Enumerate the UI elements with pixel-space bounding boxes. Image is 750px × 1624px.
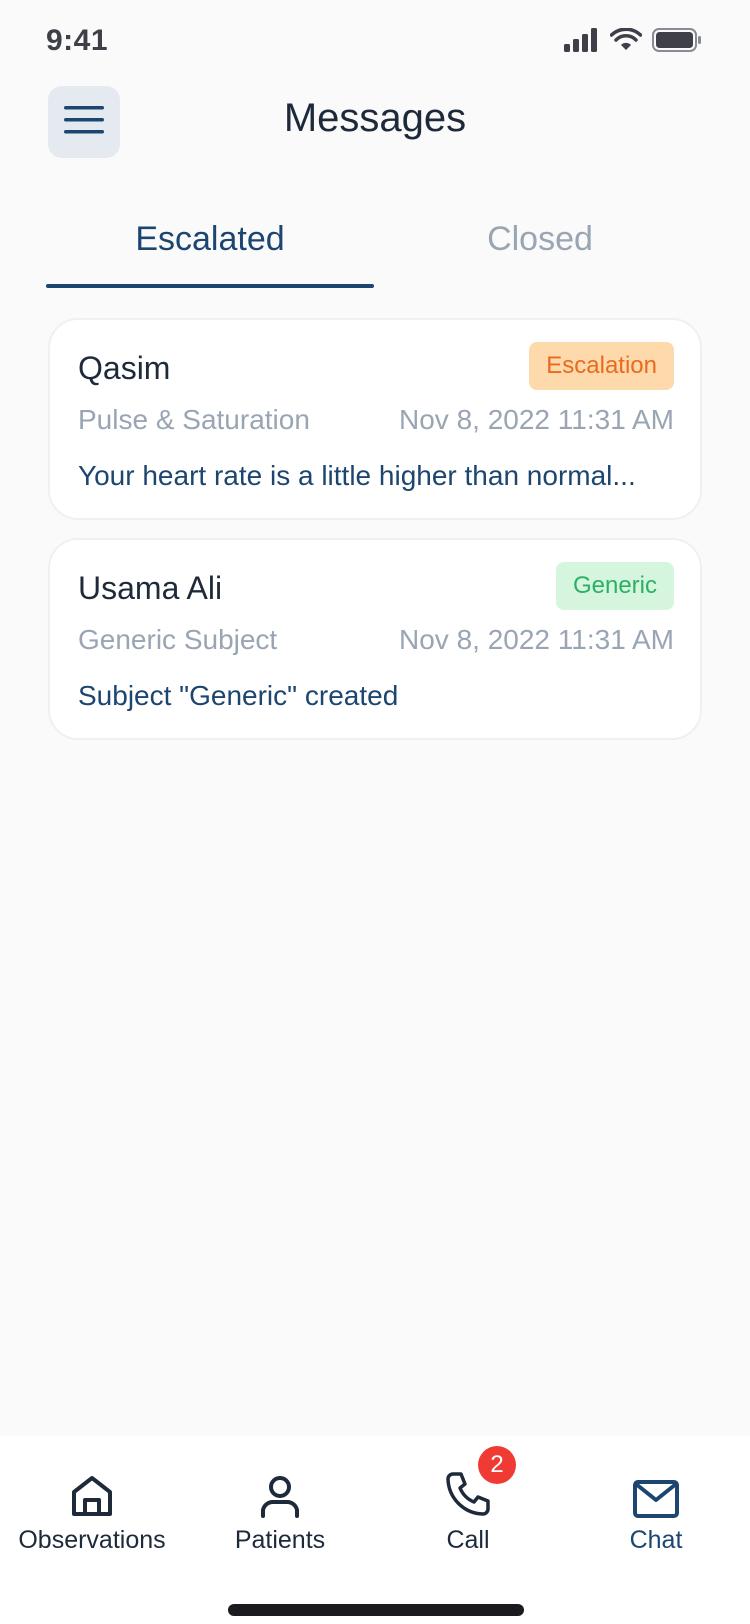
home-icon: [70, 1458, 114, 1518]
message-subject: Pulse & Saturation: [78, 404, 310, 435]
message-list: Qasim Escalation Pulse & Saturation Nov …: [48, 318, 702, 758]
nav-label: Call: [446, 1526, 490, 1554]
message-subject: Generic Subject: [78, 624, 278, 655]
status-icons: [564, 28, 702, 52]
nav-item-observations[interactable]: Observations: [0, 1458, 186, 1578]
message-preview: Subject "Generic" created: [78, 680, 399, 711]
page-title: Messages: [283, 96, 467, 140]
tab-bar: Escalated Closed: [46, 196, 704, 288]
nav-label: Patients: [234, 1526, 326, 1554]
notification-badge: 2: [478, 1446, 516, 1484]
nav-item-chat[interactable]: Chat: [562, 1458, 750, 1578]
tab-label: Escalated: [135, 220, 285, 258]
message-date: Nov 8, 2022 11:31 AM: [399, 404, 674, 435]
sender-name: Qasim: [78, 350, 171, 386]
message-card[interactable]: Qasim Escalation Pulse & Saturation Nov …: [48, 318, 702, 520]
nav-item-call[interactable]: 2 Call: [374, 1446, 562, 1578]
message-card[interactable]: Usama Ali Generic Generic Subject Nov 8,…: [48, 538, 702, 740]
phone-icon: 2: [444, 1446, 516, 1518]
tab-label: Closed: [487, 220, 593, 258]
tab-closed[interactable]: Closed: [376, 196, 704, 288]
nav-label: Observations: [18, 1526, 166, 1554]
wifi-icon: [610, 28, 642, 52]
status-bar: 9:41: [0, 0, 750, 84]
tab-escalated[interactable]: Escalated: [46, 196, 374, 288]
status-time: 9:41: [46, 24, 109, 57]
status-badge: Generic: [555, 562, 674, 610]
active-tab-indicator: [46, 284, 374, 288]
message-date: Nov 8, 2022 11:31 AM: [399, 624, 674, 655]
nav-item-patients[interactable]: Patients: [186, 1458, 374, 1578]
nav-label: Chat: [629, 1526, 683, 1554]
bottom-nav: Observations Patients 2 Call Chat: [0, 1436, 750, 1624]
signal-icon: [564, 28, 600, 52]
person-icon: [258, 1458, 302, 1518]
sender-name: Usama Ali: [78, 570, 223, 606]
status-badge: Escalation: [529, 342, 674, 390]
home-indicator: [228, 1604, 524, 1616]
message-preview: Your heart rate is a little higher than …: [78, 460, 636, 491]
mail-icon: [633, 1458, 679, 1518]
battery-icon: [652, 28, 702, 52]
